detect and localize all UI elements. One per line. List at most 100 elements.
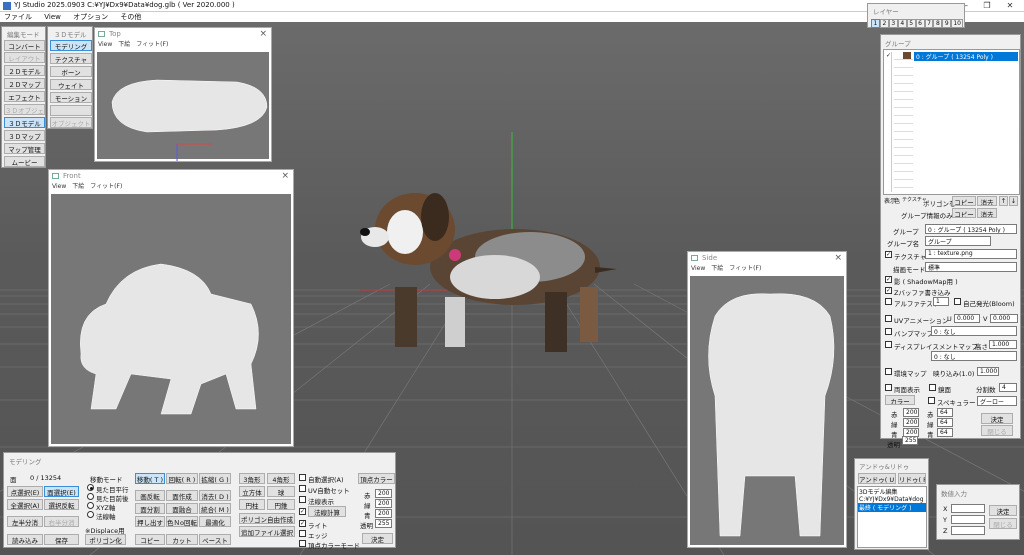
menu-fit[interactable]: フィット(F)	[90, 183, 122, 190]
top-view-window[interactable]: Top × View 下絵 フィット(F)	[94, 27, 272, 162]
menu-underlay[interactable]: 下絵	[118, 41, 130, 48]
red-field[interactable]: 200	[903, 408, 919, 417]
color-rotate-button[interactable]: 色Ｎo回転	[166, 516, 198, 527]
group-select[interactable]: 0 : グループ ( 13254 Poly )	[925, 224, 1017, 234]
spec-red-field[interactable]: 64	[937, 408, 953, 417]
edit-mode-movie[interactable]: ムービー	[4, 156, 45, 167]
face-flip-button[interactable]: 画反転	[135, 490, 165, 501]
x-field[interactable]	[951, 504, 985, 513]
face-merge-button[interactable]: 面融合	[166, 503, 198, 514]
top-view-canvas[interactable]	[97, 52, 269, 161]
split-field[interactable]: 4	[999, 383, 1017, 392]
maximize-button[interactable]: ❐	[975, 0, 999, 12]
auto-select-checkbox[interactable]	[299, 474, 306, 481]
vc-blue-field[interactable]: 200	[375, 509, 392, 518]
optimize-button[interactable]: 最適化	[199, 516, 231, 527]
mirror-checkbox[interactable]	[929, 384, 936, 391]
integrate-button[interactable]: 統合( M )	[199, 503, 231, 514]
y-field[interactable]	[951, 515, 985, 524]
face-create-button[interactable]: 面作成	[166, 490, 198, 501]
undo-list-item[interactable]: C:¥YJ¥Dx9¥Data¥dog	[858, 496, 926, 503]
modeling-ok-button[interactable]: 決定	[362, 533, 393, 544]
save-button[interactable]: 保存	[44, 534, 79, 545]
edit-mode-layout[interactable]: レイアウト	[4, 52, 45, 63]
undo-list-item-selected[interactable]: 最終 ( モデリング )	[858, 503, 926, 512]
edit-mode-2d-map[interactable]: ２Ｄマップ	[4, 78, 45, 89]
down-arrow-icon[interactable]: ↓	[1009, 196, 1018, 206]
layer-tab[interactable]: 4	[897, 19, 907, 28]
gloss-select[interactable]: グーロー	[977, 396, 1017, 406]
delete-button[interactable]: 消去	[977, 196, 997, 206]
texture-checkbox[interactable]: ✓	[885, 251, 892, 258]
copy-button[interactable]: コピー	[952, 196, 976, 206]
u-field[interactable]: 0.000	[954, 314, 980, 323]
layer-tab[interactable]: 9	[942, 19, 952, 28]
model3d-blank[interactable]	[50, 105, 92, 116]
paste-button[interactable]: ペースト	[199, 534, 231, 545]
draw-mode-select[interactable]: 標準	[925, 262, 1017, 272]
edit-mode-convert[interactable]: コンバート	[4, 40, 45, 51]
tab-color[interactable]: 色	[894, 196, 900, 205]
redo-button[interactable]: リドゥ( R )	[898, 473, 926, 484]
point-select-button[interactable]: 点選択(E)	[7, 486, 43, 497]
layer-tab[interactable]: 1	[871, 19, 880, 28]
spec-blue-field[interactable]: 64	[937, 428, 953, 437]
menu-view[interactable]: View	[44, 13, 61, 21]
model3d-object[interactable]: オブジェクト	[50, 117, 92, 128]
move-button[interactable]: 移動( T )	[135, 473, 165, 484]
menu-file[interactable]: ファイル	[4, 13, 32, 21]
group-list[interactable]: ✓ 0 : グループ ( 13254 Poly )	[883, 49, 1020, 195]
uv-auto-checkbox[interactable]	[299, 485, 306, 492]
vertex-color-button[interactable]: 頂点カラー	[358, 473, 395, 484]
left-half-delete-button[interactable]: 左半分消	[7, 516, 43, 527]
layer-tab[interactable]: 10	[951, 19, 963, 28]
env-checkbox[interactable]	[885, 368, 892, 375]
up-arrow-icon[interactable]: ↑	[999, 196, 1008, 206]
undo-list-item[interactable]: 3Dモデル編集	[858, 487, 926, 496]
polygonize-button[interactable]: ポリゴン化	[85, 534, 126, 545]
menu-underlay[interactable]: 下絵	[711, 265, 723, 272]
load-button[interactable]: 読み込み	[7, 534, 43, 545]
layer-tab[interactable]: 3	[888, 19, 898, 28]
radio-normal-axis[interactable]	[87, 511, 94, 518]
layer-tab[interactable]: 8	[933, 19, 943, 28]
cut-button[interactable]: カット	[166, 534, 198, 545]
displace-checkbox[interactable]	[885, 341, 892, 348]
alpha-test-checkbox[interactable]	[885, 298, 892, 305]
vc-green-field[interactable]: 200	[375, 499, 392, 508]
sphere-button[interactable]: 球	[267, 486, 295, 497]
group-ok-button[interactable]: 決定	[981, 413, 1013, 424]
v-field[interactable]: 0.000	[990, 314, 1018, 323]
close-icon[interactable]: ×	[834, 252, 842, 264]
shadow-checkbox[interactable]: ✓	[885, 276, 892, 283]
layer-tab[interactable]: 7	[924, 19, 934, 28]
spec-green-field[interactable]: 64	[937, 418, 953, 427]
dog-model[interactable]	[355, 177, 635, 377]
vc-alpha-field[interactable]: 255	[375, 519, 392, 528]
side-view-window[interactable]: Side × View 下絵 フィット(F)	[687, 251, 847, 548]
select-all-button[interactable]: 全選択(A)	[7, 499, 43, 510]
undo-button[interactable]: アンドゥ( U )	[858, 473, 896, 484]
close-button[interactable]: ✕	[998, 0, 1022, 12]
group-visible-check[interactable]: ✓	[886, 52, 892, 192]
numeric-close-button[interactable]: 閉じる	[989, 518, 1017, 529]
face-select-button[interactable]: 面選択(E)	[44, 486, 79, 497]
specular-checkbox[interactable]	[928, 397, 935, 404]
z-field[interactable]	[951, 526, 985, 535]
bump-checkbox[interactable]	[885, 328, 892, 335]
rotate-button[interactable]: 回転( R )	[166, 473, 198, 484]
radio-xyz-axis[interactable]	[87, 502, 94, 509]
menu-view[interactable]: View	[52, 183, 66, 190]
close-icon[interactable]: ×	[281, 170, 289, 182]
edit-mode-effect[interactable]: エフェクト	[4, 91, 45, 102]
bump-select[interactable]: 0 : なし	[931, 326, 1017, 336]
front-view-canvas[interactable]	[51, 194, 291, 444]
layer-tab[interactable]: 6	[915, 19, 925, 28]
vc-red-field[interactable]: 200	[375, 489, 392, 498]
undo-list[interactable]: 3Dモデル編集 C:¥YJ¥Dx9¥Data¥dog 最終 ( モデリング )	[857, 486, 927, 548]
both-sides-checkbox[interactable]	[885, 384, 892, 391]
model3d-motion[interactable]: モーション	[50, 92, 92, 103]
edit-mode-3d-object[interactable]: ３Ｄオブジェクト	[4, 104, 45, 115]
invert-select-button[interactable]: 選択反転	[44, 499, 79, 510]
front-view-window[interactable]: Front × View 下絵 フィット(F)	[48, 169, 294, 447]
